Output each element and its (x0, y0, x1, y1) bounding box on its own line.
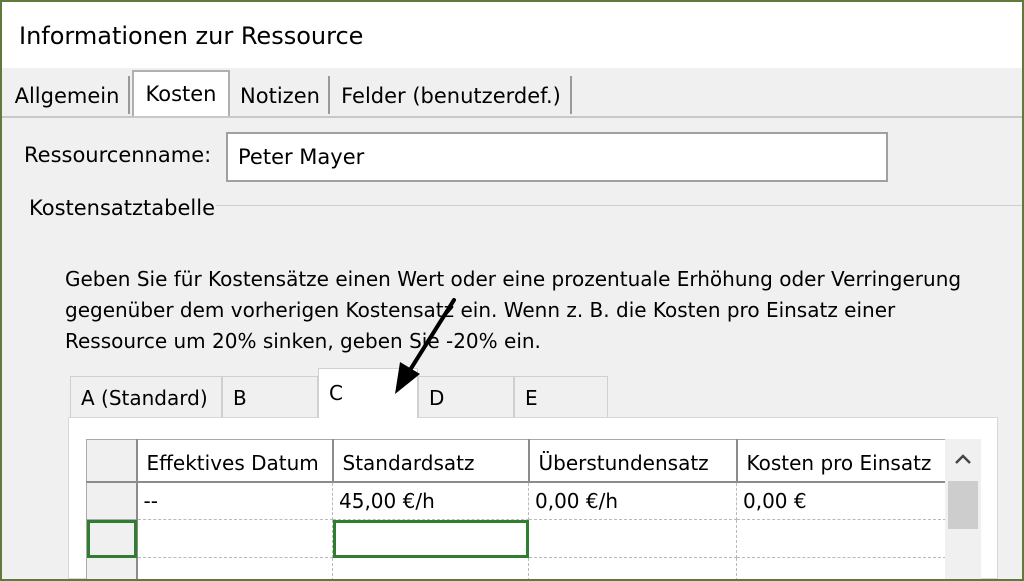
dialog-frame: Informationen zur Ressource Allgemein Ko… (0, 0, 1024, 581)
arrow-annotation (395, 298, 456, 394)
